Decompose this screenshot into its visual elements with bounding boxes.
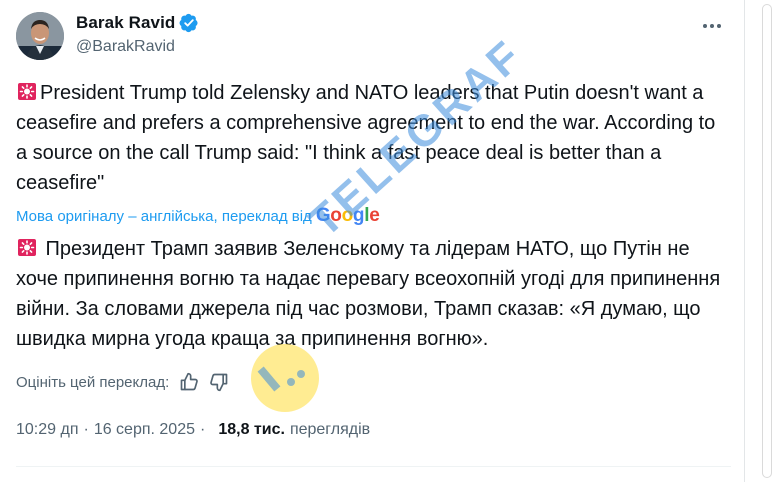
rate-translation-label: Оцініть цей переклад: xyxy=(16,373,170,391)
post-time[interactable]: 10:29 дп xyxy=(16,421,78,439)
translated-text-block: Президент Трамп заявив Зеленському та лі… xyxy=(16,234,731,354)
siren-icon xyxy=(18,83,36,100)
tweet-card: Barak Ravid @BarakRavid President Trump … xyxy=(0,0,745,482)
meta-separator: · xyxy=(200,421,206,438)
thumbs-down-icon[interactable] xyxy=(209,372,229,392)
author-name-row: Barak Ravid xyxy=(76,13,199,33)
translation-source-label[interactable]: Мова оригіналу – англійська, переклад ві… xyxy=(16,208,312,225)
views-count: 18,8 тис. xyxy=(218,421,285,438)
translated-text: Президент Трамп заявив Зеленському та лі… xyxy=(16,238,726,350)
siren-icon xyxy=(18,239,36,256)
scrollbar-area xyxy=(744,0,778,482)
divider xyxy=(16,466,731,467)
rate-translation-row: Оцініть цей переклад: xyxy=(16,372,229,392)
avatar-photo xyxy=(16,12,64,60)
author-handle[interactable]: @BarakRavid xyxy=(76,38,175,56)
author-display-name[interactable]: Barak Ravid xyxy=(76,13,175,33)
meta-separator: · xyxy=(83,421,89,438)
thumbs-up-icon[interactable] xyxy=(179,372,199,392)
post-meta: 10:29 дп · 16 серп. 2025 · 18,8 тис. пер… xyxy=(16,421,370,439)
more-options-icon[interactable] xyxy=(698,12,726,40)
verified-badge-icon[interactable] xyxy=(179,13,199,33)
post-date[interactable]: 16 серп. 2025 xyxy=(94,421,195,439)
telegraf-watermark-logo xyxy=(251,344,319,412)
scrollbar-thumb[interactable] xyxy=(762,4,772,478)
views-label: переглядів xyxy=(289,421,371,438)
avatar[interactable] xyxy=(16,12,64,60)
